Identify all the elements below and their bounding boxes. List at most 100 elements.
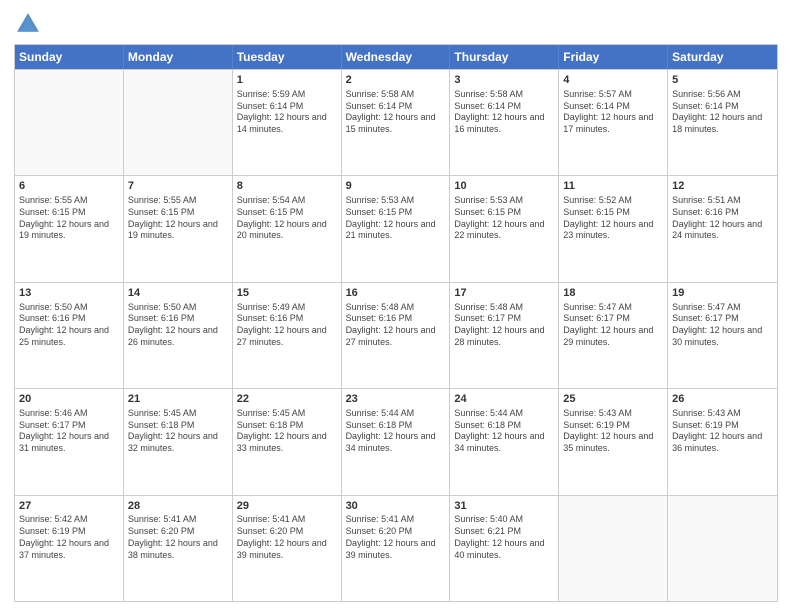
calendar-header-friday: Friday <box>559 45 668 69</box>
day-info: Sunrise: 5:54 AM Sunset: 6:15 PM Dayligh… <box>237 195 337 242</box>
calendar-cell: 9Sunrise: 5:53 AM Sunset: 6:15 PM Daylig… <box>342 176 451 281</box>
calendar-cell: 31Sunrise: 5:40 AM Sunset: 6:21 PM Dayli… <box>450 496 559 601</box>
day-number: 10 <box>454 179 554 194</box>
day-number: 14 <box>128 286 228 301</box>
day-number: 5 <box>672 73 773 88</box>
day-number: 22 <box>237 392 337 407</box>
calendar-cell <box>668 496 777 601</box>
day-number: 12 <box>672 179 773 194</box>
day-number: 8 <box>237 179 337 194</box>
day-info: Sunrise: 5:45 AM Sunset: 6:18 PM Dayligh… <box>237 408 337 455</box>
day-number: 11 <box>563 179 663 194</box>
calendar-cell: 4Sunrise: 5:57 AM Sunset: 6:14 PM Daylig… <box>559 70 668 175</box>
day-info: Sunrise: 5:48 AM Sunset: 6:16 PM Dayligh… <box>346 302 446 349</box>
calendar-week-4: 20Sunrise: 5:46 AM Sunset: 6:17 PM Dayli… <box>15 388 777 494</box>
day-info: Sunrise: 5:44 AM Sunset: 6:18 PM Dayligh… <box>454 408 554 455</box>
day-info: Sunrise: 5:42 AM Sunset: 6:19 PM Dayligh… <box>19 514 119 561</box>
day-info: Sunrise: 5:48 AM Sunset: 6:17 PM Dayligh… <box>454 302 554 349</box>
calendar-cell: 20Sunrise: 5:46 AM Sunset: 6:17 PM Dayli… <box>15 389 124 494</box>
day-info: Sunrise: 5:58 AM Sunset: 6:14 PM Dayligh… <box>346 89 446 136</box>
calendar-week-2: 6Sunrise: 5:55 AM Sunset: 6:15 PM Daylig… <box>15 175 777 281</box>
calendar-cell: 6Sunrise: 5:55 AM Sunset: 6:15 PM Daylig… <box>15 176 124 281</box>
day-info: Sunrise: 5:43 AM Sunset: 6:19 PM Dayligh… <box>672 408 773 455</box>
calendar-cell: 30Sunrise: 5:41 AM Sunset: 6:20 PM Dayli… <box>342 496 451 601</box>
calendar-cell: 26Sunrise: 5:43 AM Sunset: 6:19 PM Dayli… <box>668 389 777 494</box>
calendar-cell: 16Sunrise: 5:48 AM Sunset: 6:16 PM Dayli… <box>342 283 451 388</box>
day-number: 2 <box>346 73 446 88</box>
calendar-cell: 8Sunrise: 5:54 AM Sunset: 6:15 PM Daylig… <box>233 176 342 281</box>
day-info: Sunrise: 5:41 AM Sunset: 6:20 PM Dayligh… <box>346 514 446 561</box>
page-header <box>14 10 778 38</box>
day-number: 30 <box>346 499 446 514</box>
day-number: 13 <box>19 286 119 301</box>
day-info: Sunrise: 5:41 AM Sunset: 6:20 PM Dayligh… <box>237 514 337 561</box>
calendar: SundayMondayTuesdayWednesdayThursdayFrid… <box>14 44 778 602</box>
day-number: 9 <box>346 179 446 194</box>
day-info: Sunrise: 5:52 AM Sunset: 6:15 PM Dayligh… <box>563 195 663 242</box>
day-info: Sunrise: 5:49 AM Sunset: 6:16 PM Dayligh… <box>237 302 337 349</box>
day-number: 29 <box>237 499 337 514</box>
calendar-cell: 19Sunrise: 5:47 AM Sunset: 6:17 PM Dayli… <box>668 283 777 388</box>
day-info: Sunrise: 5:58 AM Sunset: 6:14 PM Dayligh… <box>454 89 554 136</box>
day-info: Sunrise: 5:47 AM Sunset: 6:17 PM Dayligh… <box>672 302 773 349</box>
day-info: Sunrise: 5:53 AM Sunset: 6:15 PM Dayligh… <box>454 195 554 242</box>
day-info: Sunrise: 5:43 AM Sunset: 6:19 PM Dayligh… <box>563 408 663 455</box>
day-number: 27 <box>19 499 119 514</box>
day-number: 3 <box>454 73 554 88</box>
calendar-cell: 18Sunrise: 5:47 AM Sunset: 6:17 PM Dayli… <box>559 283 668 388</box>
day-number: 20 <box>19 392 119 407</box>
calendar-cell <box>124 70 233 175</box>
calendar-cell: 1Sunrise: 5:59 AM Sunset: 6:14 PM Daylig… <box>233 70 342 175</box>
day-info: Sunrise: 5:51 AM Sunset: 6:16 PM Dayligh… <box>672 195 773 242</box>
day-info: Sunrise: 5:59 AM Sunset: 6:14 PM Dayligh… <box>237 89 337 136</box>
day-number: 4 <box>563 73 663 88</box>
logo-icon <box>14 10 42 38</box>
day-info: Sunrise: 5:47 AM Sunset: 6:17 PM Dayligh… <box>563 302 663 349</box>
day-info: Sunrise: 5:53 AM Sunset: 6:15 PM Dayligh… <box>346 195 446 242</box>
calendar-header-tuesday: Tuesday <box>233 45 342 69</box>
day-info: Sunrise: 5:45 AM Sunset: 6:18 PM Dayligh… <box>128 408 228 455</box>
day-number: 25 <box>563 392 663 407</box>
day-info: Sunrise: 5:50 AM Sunset: 6:16 PM Dayligh… <box>19 302 119 349</box>
day-info: Sunrise: 5:55 AM Sunset: 6:15 PM Dayligh… <box>19 195 119 242</box>
day-number: 6 <box>19 179 119 194</box>
calendar-header-sunday: Sunday <box>15 45 124 69</box>
calendar-cell: 13Sunrise: 5:50 AM Sunset: 6:16 PM Dayli… <box>15 283 124 388</box>
calendar-header-monday: Monday <box>124 45 233 69</box>
day-info: Sunrise: 5:41 AM Sunset: 6:20 PM Dayligh… <box>128 514 228 561</box>
day-number: 16 <box>346 286 446 301</box>
calendar-body: 1Sunrise: 5:59 AM Sunset: 6:14 PM Daylig… <box>15 69 777 601</box>
calendar-cell: 22Sunrise: 5:45 AM Sunset: 6:18 PM Dayli… <box>233 389 342 494</box>
calendar-cell: 17Sunrise: 5:48 AM Sunset: 6:17 PM Dayli… <box>450 283 559 388</box>
calendar-cell: 14Sunrise: 5:50 AM Sunset: 6:16 PM Dayli… <box>124 283 233 388</box>
calendar-cell: 3Sunrise: 5:58 AM Sunset: 6:14 PM Daylig… <box>450 70 559 175</box>
calendar-header-saturday: Saturday <box>668 45 777 69</box>
day-number: 17 <box>454 286 554 301</box>
day-info: Sunrise: 5:55 AM Sunset: 6:15 PM Dayligh… <box>128 195 228 242</box>
calendar-cell: 25Sunrise: 5:43 AM Sunset: 6:19 PM Dayli… <box>559 389 668 494</box>
calendar-cell: 5Sunrise: 5:56 AM Sunset: 6:14 PM Daylig… <box>668 70 777 175</box>
calendar-cell: 29Sunrise: 5:41 AM Sunset: 6:20 PM Dayli… <box>233 496 342 601</box>
day-number: 31 <box>454 499 554 514</box>
calendar-cell: 28Sunrise: 5:41 AM Sunset: 6:20 PM Dayli… <box>124 496 233 601</box>
calendar-cell: 23Sunrise: 5:44 AM Sunset: 6:18 PM Dayli… <box>342 389 451 494</box>
day-info: Sunrise: 5:40 AM Sunset: 6:21 PM Dayligh… <box>454 514 554 561</box>
calendar-header-thursday: Thursday <box>450 45 559 69</box>
day-number: 23 <box>346 392 446 407</box>
day-number: 21 <box>128 392 228 407</box>
calendar-cell: 7Sunrise: 5:55 AM Sunset: 6:15 PM Daylig… <box>124 176 233 281</box>
calendar-cell: 27Sunrise: 5:42 AM Sunset: 6:19 PM Dayli… <box>15 496 124 601</box>
calendar-cell: 11Sunrise: 5:52 AM Sunset: 6:15 PM Dayli… <box>559 176 668 281</box>
day-number: 24 <box>454 392 554 407</box>
calendar-cell: 15Sunrise: 5:49 AM Sunset: 6:16 PM Dayli… <box>233 283 342 388</box>
calendar-week-3: 13Sunrise: 5:50 AM Sunset: 6:16 PM Dayli… <box>15 282 777 388</box>
calendar-cell <box>15 70 124 175</box>
calendar-cell: 12Sunrise: 5:51 AM Sunset: 6:16 PM Dayli… <box>668 176 777 281</box>
calendar-cell: 21Sunrise: 5:45 AM Sunset: 6:18 PM Dayli… <box>124 389 233 494</box>
day-info: Sunrise: 5:50 AM Sunset: 6:16 PM Dayligh… <box>128 302 228 349</box>
day-number: 7 <box>128 179 228 194</box>
day-number: 19 <box>672 286 773 301</box>
calendar-week-1: 1Sunrise: 5:59 AM Sunset: 6:14 PM Daylig… <box>15 69 777 175</box>
logo <box>14 10 46 38</box>
calendar-week-5: 27Sunrise: 5:42 AM Sunset: 6:19 PM Dayli… <box>15 495 777 601</box>
